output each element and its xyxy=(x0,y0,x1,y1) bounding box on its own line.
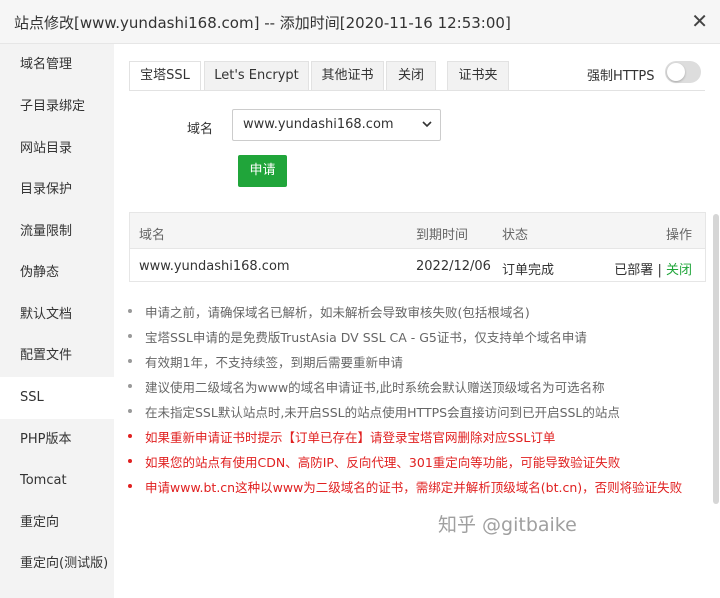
sidebar-item-redirect-beta[interactable]: 重定向(测试版) xyxy=(0,543,114,585)
bullet-icon xyxy=(128,309,132,313)
toggle-knob xyxy=(667,63,685,81)
bullet-icon xyxy=(128,384,132,388)
sidebar-item-ssl[interactable]: SSL xyxy=(0,377,114,419)
tab-lets-encrypt[interactable]: Let's Encrypt xyxy=(204,61,309,91)
tab-baota-ssl[interactable]: 宝塔SSL xyxy=(129,61,201,91)
bullet-icon xyxy=(128,334,132,338)
sidebar-item-traffic-limit[interactable]: 流量限制 xyxy=(0,211,114,253)
sidebar-item-redirect[interactable]: 重定向 xyxy=(0,502,114,544)
close-icon[interactable]: ✕ xyxy=(691,10,708,32)
header-domain: 域名 xyxy=(139,228,166,243)
dialog-title: 站点修改[www.yundashi168.com] -- 添加时间[2020-1… xyxy=(14,14,511,32)
sidebar-item-site-directory[interactable]: 网站目录 xyxy=(0,128,114,170)
header-status: 状态 xyxy=(502,228,529,243)
action-separator: | xyxy=(657,263,662,278)
bullet-icon xyxy=(128,459,132,463)
row-status: 订单完成 xyxy=(502,263,555,278)
bullet-icon xyxy=(128,484,132,488)
header-expiry: 到期时间 xyxy=(416,228,469,243)
scrollbar-thumb[interactable] xyxy=(713,214,719,504)
sidebar-item-domain-management[interactable]: 域名管理 xyxy=(0,44,114,86)
sidebar-item-tomcat[interactable]: Tomcat xyxy=(0,460,114,502)
domain-label: 域名 xyxy=(187,122,214,137)
header-actions: 操作 xyxy=(665,228,692,243)
certificate-table: 域名 到期时间 状态 操作 www.yundashi168.com 2022/1… xyxy=(129,212,706,282)
force-https-label: 强制HTTPS xyxy=(587,69,655,84)
sidebar-item-php-version[interactable]: PHP版本 xyxy=(0,419,114,461)
sidebar-item-subdirectory-binding[interactable]: 子目录绑定 xyxy=(0,86,114,128)
tab-other-certificate[interactable]: 其他证书 xyxy=(311,61,384,91)
close-ssl-link[interactable]: 关闭 xyxy=(666,263,692,278)
apply-button[interactable]: 申请 xyxy=(238,155,287,187)
domain-select-value: www.yundashi168.com xyxy=(243,117,394,132)
sidebar-item-default-document[interactable]: 默认文档 xyxy=(0,294,114,336)
sidebar-item-directory-protection[interactable]: 目录保护 xyxy=(0,169,114,211)
row-domain: www.yundashi168.com xyxy=(139,259,290,274)
main-panel: 宝塔SSL Let's Encrypt 其他证书 关闭 证书夹 强制HTTPS … xyxy=(114,44,720,598)
table-header: 域名 到期时间 状态 操作 xyxy=(130,213,705,249)
force-https-toggle[interactable] xyxy=(665,61,701,83)
deployed-status: 已部署 xyxy=(614,263,654,278)
bullet-icon xyxy=(128,409,132,413)
sidebar-item-config-file[interactable]: 配置文件 xyxy=(0,335,114,377)
bullet-icon xyxy=(128,359,132,363)
bullet-icon xyxy=(128,434,132,438)
tab-certificate-folder[interactable]: 证书夹 xyxy=(447,61,509,91)
chevron-down-icon xyxy=(422,121,432,128)
watermark: 知乎 @gitbaike xyxy=(438,514,577,536)
sidebar: 域名管理 子目录绑定 网站目录 目录保护 流量限制 伪静态 默认文档 配置文件 … xyxy=(0,44,114,598)
tab-close-ssl[interactable]: 关闭 xyxy=(386,61,436,91)
tabs-divider xyxy=(129,90,705,91)
row-expiry: 2022/12/06 xyxy=(416,259,491,274)
row-actions: 已部署 | 关闭 xyxy=(614,259,692,278)
dialog-titlebar: 站点修改[www.yundashi168.com] -- 添加时间[2020-1… xyxy=(0,0,720,44)
table-row: www.yundashi168.com 2022/12/06 订单完成 已部署 … xyxy=(130,249,705,282)
domain-select[interactable]: www.yundashi168.com xyxy=(232,109,441,141)
sidebar-item-rewrite[interactable]: 伪静态 xyxy=(0,252,114,294)
